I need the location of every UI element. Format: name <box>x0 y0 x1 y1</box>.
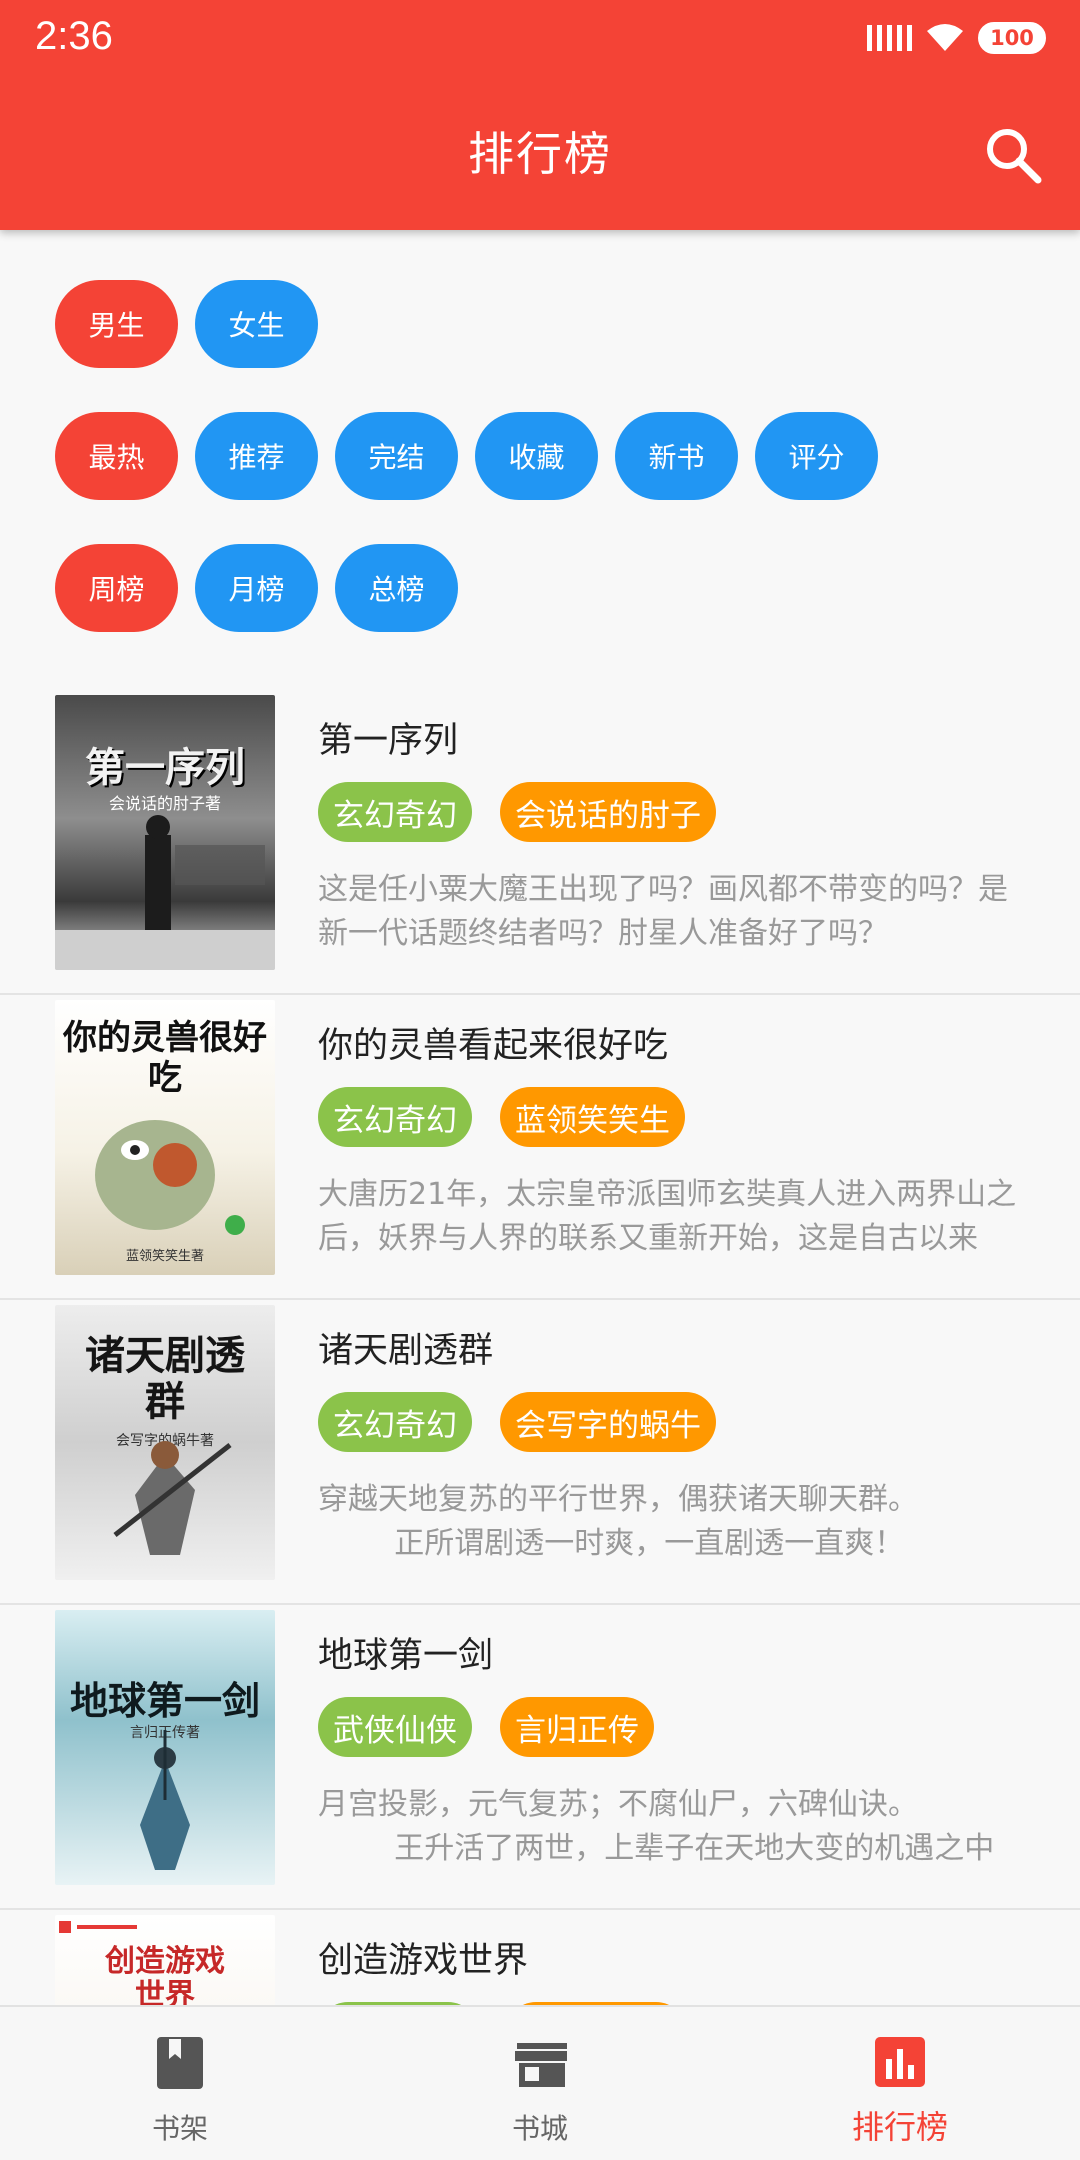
book-description: 这是任小粟大魔王出现了吗？画风都不带变的吗？是新一代话题终结者吗？肘星人准备好了… <box>318 872 1008 951</box>
book-cover: 诸天剧透群 会写字的蜗牛著 <box>55 1305 275 1580</box>
app-bar: 2:36 100 排行榜 <box>0 0 1080 230</box>
book-cover: 地球第一剑 言归正传著 <box>55 1610 275 1885</box>
book-tags: 玄幻奇幻 会说话的肘子 <box>318 782 716 842</box>
author-tag[interactable]: 会说话的肘子 <box>500 782 716 842</box>
chip-monthly[interactable]: 月榜 <box>195 544 318 632</box>
battery-icon: 100 <box>978 22 1046 54</box>
status-time: 2:36 <box>35 14 113 58</box>
chip-favorites[interactable]: 收藏 <box>475 412 598 500</box>
search-button[interactable] <box>980 122 1048 190</box>
chip-new-books[interactable]: 新书 <box>615 412 738 500</box>
book-tags: 玄幻奇幻 蓝领笑笑生 <box>318 1087 685 1147</box>
bookshelf-icon <box>157 2037 203 2089</box>
book-cover: 创造游戏世界 <box>55 1915 275 2005</box>
chip-hottest[interactable]: 最热 <box>55 412 178 500</box>
author-tag[interactable]: 会写字的蜗牛 <box>500 1392 716 1452</box>
book-cover: 第一序列 会说话的肘子著 <box>55 695 275 970</box>
book-title: 第一序列 <box>318 721 459 761</box>
signal-icon <box>867 23 912 53</box>
genre-tag[interactable]: 玄幻奇幻 <box>318 1087 472 1147</box>
nav-label: 排行榜 <box>851 2108 948 2146</box>
status-bar: 2:36 100 <box>0 0 1080 78</box>
status-icons: 100 <box>867 20 1046 56</box>
book-description: 穿越天地复苏的平行世界，偶获诸天聊天群。 正所谓剧透一时爽，一直剧透一直爽！ <box>318 1482 918 1561</box>
cover-title: 创造游戏世界 <box>105 1944 225 2006</box>
cover-figure <box>95 1120 245 1235</box>
author-tag[interactable]: 蓝领笑笑生 <box>500 1087 685 1147</box>
book-item[interactable]: 地球第一剑 言归正传著 地球第一剑 武侠仙侠 言归正传 月宫投影，元气复苏；不腐… <box>0 1605 1080 1910</box>
chip-male[interactable]: 男生 <box>55 280 178 368</box>
book-item[interactable]: 创造游戏世界 创造游戏世界 <box>0 1910 1080 2005</box>
nav-bookstore[interactable]: 书城 <box>440 2007 640 2160</box>
genre-tag[interactable]: 玄幻奇幻 <box>318 782 472 842</box>
chip-female[interactable]: 女生 <box>195 280 318 368</box>
book-item[interactable]: 你的灵兽很好吃 蓝领笑笑生著 你的灵兽看起来很好吃 玄幻奇幻 蓝领笑笑生 大唐历… <box>0 995 1080 1300</box>
nav-ranking[interactable]: 排行榜 <box>800 2007 1000 2160</box>
wifi-icon <box>927 24 963 51</box>
ranking-icon <box>875 2037 925 2087</box>
book-tags: 武侠仙侠 言归正传 <box>318 1697 654 1757</box>
page-title: 排行榜 <box>468 127 612 181</box>
book-item[interactable]: 第一序列 会说话的肘子著 第一序列 玄幻奇幻 会说话的肘子 这是任小粟大魔王出现… <box>0 690 1080 995</box>
nav-label: 书城 <box>511 2112 568 2145</box>
genre-tag[interactable]: 武侠仙侠 <box>318 1697 472 1757</box>
ranking-filters: 男生 女生 最热 推荐 完结 收藏 新书 评分 周榜 月榜 总榜 <box>55 280 1055 676</box>
chip-recommended[interactable]: 推荐 <box>195 412 318 500</box>
author-tag[interactable]: 言归正传 <box>500 1697 654 1757</box>
book-title: 诸天剧透群 <box>318 1331 494 1371</box>
category-filter-row: 最热 推荐 完结 收藏 新书 评分 <box>55 412 1055 500</box>
book-title: 你的灵兽看起来很好吃 <box>318 1026 669 1066</box>
book-item[interactable]: 诸天剧透群 会写字的蜗牛著 诸天剧透群 玄幻奇幻 会写字的蜗牛 穿越天地复苏的平… <box>0 1300 1080 1605</box>
publisher-logo <box>59 1921 137 1933</box>
book-cover: 你的灵兽很好吃 蓝领笑笑生著 <box>55 1000 275 1275</box>
book-description: 大唐历21年，太宗皇帝派国师玄奘真人进入两界山之后，妖界与人界的联系又重新开始，… <box>318 1177 1017 1256</box>
book-tags: 玄幻奇幻 会写字的蜗牛 <box>318 1392 716 1452</box>
book-list[interactable]: 第一序列 会说话的肘子著 第一序列 玄幻奇幻 会说话的肘子 这是任小粟大魔王出现… <box>0 690 1080 2005</box>
chip-rating[interactable]: 评分 <box>755 412 878 500</box>
book-title: 创造游戏世界 <box>318 1941 529 1981</box>
cover-figure <box>55 815 275 970</box>
book-description: 月宫投影，元气复苏；不腐仙尸，六碑仙诀。 王升活了两世，上辈子在天地大变的机遇之… <box>318 1787 995 1866</box>
nav-bookshelf[interactable]: 书架 <box>80 2007 280 2160</box>
chip-all-time[interactable]: 总榜 <box>335 544 458 632</box>
period-filter-row: 周榜 月榜 总榜 <box>55 544 1055 632</box>
chip-weekly[interactable]: 周榜 <box>55 544 178 632</box>
book-title: 地球第一剑 <box>318 1636 494 1676</box>
gender-filter-row: 男生 女生 <box>55 280 1055 368</box>
cover-author: 蓝领笑笑生著 <box>125 1249 204 1264</box>
bottom-navigation: 书架 书城 排行榜 <box>0 2005 1080 2160</box>
nav-label: 书架 <box>151 2112 208 2145</box>
genre-tag[interactable]: 玄幻奇幻 <box>318 1392 472 1452</box>
chip-completed[interactable]: 完结 <box>335 412 458 500</box>
cover-figure <box>113 1441 232 1555</box>
search-icon <box>987 129 1042 184</box>
store-icon <box>515 2043 567 2087</box>
cover-figure <box>140 1730 190 1870</box>
